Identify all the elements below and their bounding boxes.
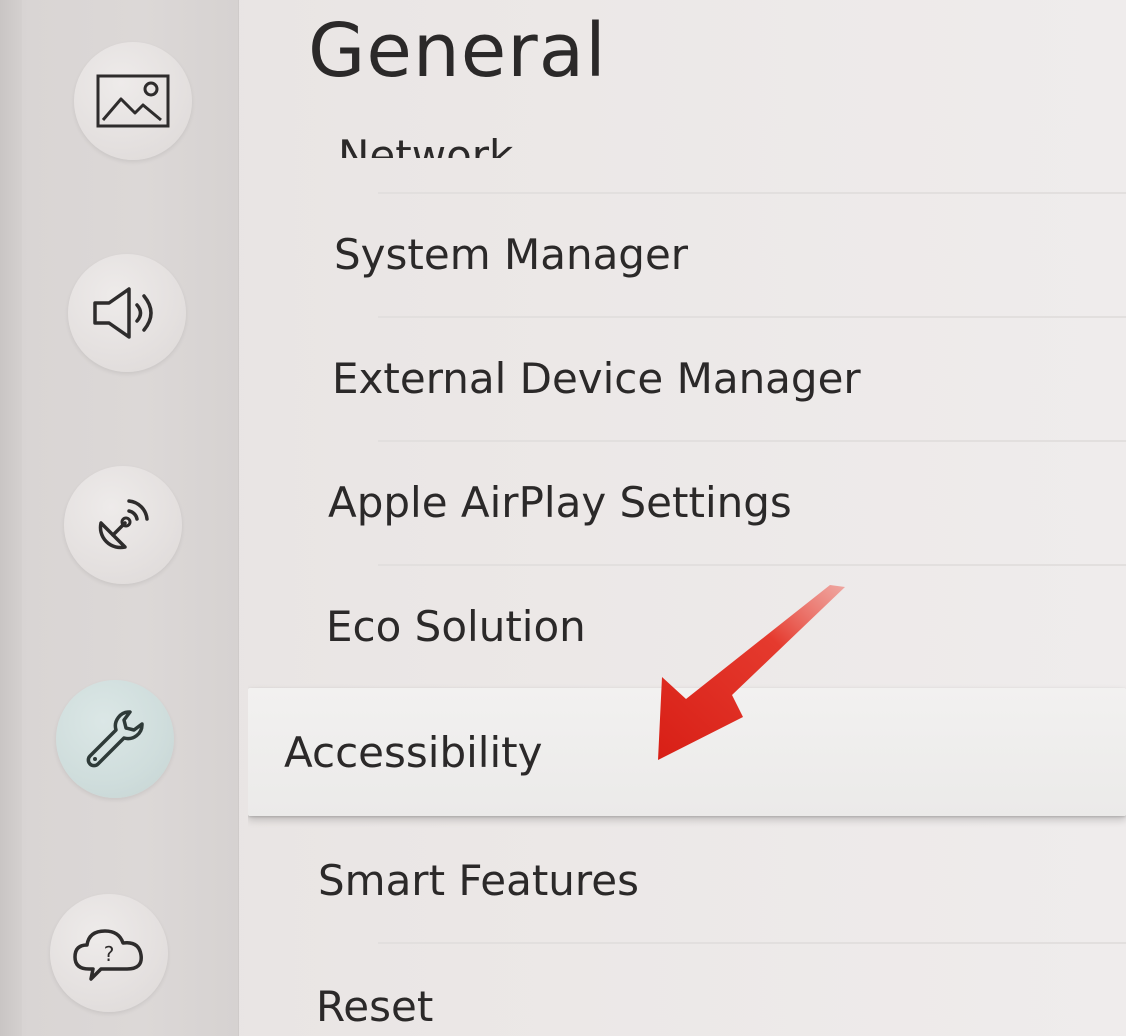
menu-item-label: Smart Features: [318, 855, 639, 905]
menu-item-label: Apple AirPlay Settings: [328, 477, 792, 527]
rail-edge: [0, 0, 22, 1036]
general-settings-menu: Network System Manager External Device M…: [248, 70, 1126, 1036]
menu-item-accessibility[interactable]: Accessibility: [248, 688, 1126, 816]
menu-item-label: Accessibility: [284, 727, 543, 777]
support-icon: ?: [69, 921, 149, 985]
broadcasting-category-button[interactable]: [64, 466, 182, 584]
general-category-button[interactable]: [56, 680, 174, 798]
menu-item-smart-features[interactable]: Smart Features: [248, 818, 1126, 942]
divider: [378, 942, 1126, 944]
sound-icon: [89, 283, 165, 343]
svg-text:?: ?: [104, 942, 115, 966]
support-category-button[interactable]: ?: [50, 894, 168, 1012]
picture-category-button[interactable]: [74, 42, 192, 160]
menu-item-network[interactable]: Network: [248, 70, 1126, 158]
menu-item-label: Eco Solution: [326, 601, 586, 651]
menu-item-apple-airplay-settings[interactable]: Apple AirPlay Settings: [248, 440, 1126, 564]
menu-item-label: External Device Manager: [332, 353, 861, 403]
menu-item-reset[interactable]: Reset: [248, 946, 1126, 1036]
menu-item-external-device-manager[interactable]: External Device Manager: [248, 316, 1126, 440]
settings-category-rail: ?: [0, 0, 239, 1036]
menu-item-label: Network: [338, 131, 514, 158]
menu-item-eco-solution[interactable]: Eco Solution: [248, 564, 1126, 688]
wrench-icon: [80, 704, 150, 774]
menu-item-label: Reset: [316, 982, 434, 1031]
picture-icon: [95, 73, 171, 129]
menu-item-label: System Manager: [334, 229, 689, 279]
sound-category-button[interactable]: [68, 254, 186, 372]
broadcasting-icon: [91, 493, 155, 557]
menu-item-system-manager[interactable]: System Manager: [248, 192, 1126, 316]
